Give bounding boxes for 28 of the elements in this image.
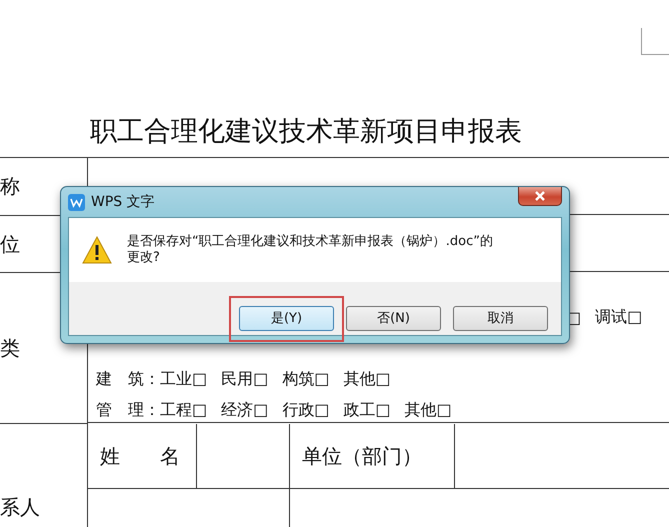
unit-label: 单位（部门） xyxy=(302,442,422,470)
document-title: 职工合理化建议技术革新项目申报表 xyxy=(90,115,523,149)
row-label: 位 xyxy=(0,230,20,258)
option-text: 工程□ xyxy=(160,400,208,421)
option-text: 工业□ xyxy=(160,369,208,390)
warning-icon xyxy=(81,235,113,265)
option-text: 调试□ xyxy=(595,307,642,328)
dialog-button[interactable]: 否(N) xyxy=(346,306,441,330)
row-label: 类 xyxy=(0,334,20,362)
option-text: 其他□ xyxy=(404,400,452,421)
close-button[interactable] xyxy=(518,187,562,206)
row-label: 系人 xyxy=(0,494,40,521)
dialog-button[interactable]: 是(Y) xyxy=(239,306,334,330)
category-heading: 管 理： xyxy=(96,400,160,421)
app-icon xyxy=(68,194,85,210)
option-text: 民用□ xyxy=(221,369,268,390)
close-icon xyxy=(534,191,546,201)
option-text: 行政□ xyxy=(282,400,330,421)
row-label: 称 xyxy=(0,173,20,200)
name-label: 姓 名 xyxy=(100,442,180,470)
option-text: 其他□ xyxy=(343,369,390,390)
option-text: 经济□ xyxy=(221,400,268,421)
dialog-title: WPS 文字 xyxy=(91,193,155,211)
dialog-message: 是否保存对“职工合理化建议和技术革新申报表（锅炉）.doc”的更改? xyxy=(127,234,494,266)
option-text: 构筑□ xyxy=(282,369,330,390)
option-text: 政工□ xyxy=(343,400,390,421)
dialog-button[interactable]: 取消 xyxy=(453,306,548,330)
category-heading: 建 筑： xyxy=(96,369,160,390)
